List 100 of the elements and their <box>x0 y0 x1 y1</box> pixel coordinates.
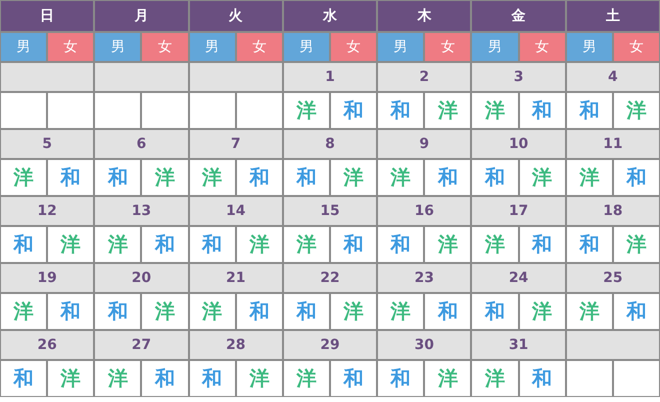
date-cell: 25 <box>566 264 659 292</box>
weekday-header: 日 <box>1 1 94 31</box>
meal-cell: 洋 <box>425 361 470 396</box>
date-cell: 11 <box>566 130 659 158</box>
date-cell: 14 <box>190 197 282 225</box>
date-cell: 28 <box>190 331 282 359</box>
date-cell: 30 <box>378 331 470 359</box>
meal-cell: 洋 <box>472 361 518 396</box>
gender-header: 男 <box>566 33 612 61</box>
meal-cell: 洋 <box>284 227 329 262</box>
meal-cell: 和 <box>378 227 424 262</box>
meal-cell: 和 <box>520 227 565 262</box>
date-cell: 4 <box>566 63 659 91</box>
meal-cell: 洋 <box>284 361 329 396</box>
date-cell: 8 <box>284 130 376 158</box>
meal-cell: 洋 <box>142 294 188 329</box>
date-cell: 23 <box>378 264 470 292</box>
meal-cell: 和 <box>236 294 282 329</box>
gender-header: 女 <box>614 33 659 61</box>
date-cell: 13 <box>95 197 188 225</box>
date-cell: 31 <box>472 331 565 359</box>
meal-cell: 洋 <box>236 361 282 396</box>
meal-cell: 和 <box>95 294 140 329</box>
meal-cell: 和 <box>284 160 329 195</box>
meal-cell: 洋 <box>190 160 235 195</box>
meal-cell: 洋 <box>190 294 235 329</box>
meal-cell: 和 <box>330 93 376 128</box>
meal-cell: 和 <box>142 227 188 262</box>
meal-cell: 和 <box>566 227 612 262</box>
meal-cell: 和 <box>95 160 140 195</box>
meal-cell: 洋 <box>1 294 46 329</box>
meal-cell: 洋 <box>378 160 424 195</box>
gender-header: 女 <box>48 33 94 61</box>
date-cell: 18 <box>566 197 659 225</box>
gender-header: 男 <box>378 33 424 61</box>
date-cell: 19 <box>1 264 94 292</box>
meal-cell: 和 <box>378 93 424 128</box>
date-cell: 15 <box>284 197 376 225</box>
meal-cell: 和 <box>330 227 376 262</box>
meal-cell: 洋 <box>1 160 46 195</box>
date-cell: 1 <box>284 63 376 91</box>
date-cell: 7 <box>190 130 282 158</box>
meal-cell: 和 <box>1 227 46 262</box>
date-cell: 27 <box>95 331 188 359</box>
meal-cell: 洋 <box>95 227 140 262</box>
meal-cell: 和 <box>614 294 659 329</box>
meal-cell: 洋 <box>566 294 612 329</box>
meal-cell: 洋 <box>48 227 94 262</box>
meal-cell: 和 <box>190 361 235 396</box>
meal-cell: 洋 <box>95 361 140 396</box>
date-cell: 17 <box>472 197 565 225</box>
meal-cell: 和 <box>48 160 94 195</box>
meal-cell: 洋 <box>330 294 376 329</box>
date-cell: 3 <box>472 63 565 91</box>
gender-header: 女 <box>425 33 470 61</box>
meal-cell: 洋 <box>142 160 188 195</box>
meal-cell: 和 <box>1 361 46 396</box>
meal-cell: 洋 <box>520 294 565 329</box>
date-cell: 26 <box>1 331 94 359</box>
meal-cell: 洋 <box>236 227 282 262</box>
meal-cell: 和 <box>284 294 329 329</box>
gender-header: 男 <box>190 33 235 61</box>
gender-header: 男 <box>472 33 518 61</box>
meal-cell: 和 <box>566 93 612 128</box>
meal-cell: 和 <box>520 361 565 396</box>
meal-cell: 洋 <box>425 227 470 262</box>
date-cell: 12 <box>1 197 94 225</box>
meal-cell: 洋 <box>425 93 470 128</box>
weekday-header: 金 <box>472 1 565 31</box>
gender-header: 女 <box>236 33 282 61</box>
meal-cell: 和 <box>236 160 282 195</box>
meal-cell: 洋 <box>330 160 376 195</box>
meal-cell: 和 <box>520 93 565 128</box>
weekday-header: 火 <box>190 1 282 31</box>
meal-cell: 洋 <box>48 361 94 396</box>
date-cell: 5 <box>1 130 94 158</box>
meal-cell: 洋 <box>614 227 659 262</box>
meal-cell: 洋 <box>284 93 329 128</box>
meal-cell: 洋 <box>520 160 565 195</box>
date-cell: 29 <box>284 331 376 359</box>
date-cell: 6 <box>95 130 188 158</box>
gender-header: 男 <box>95 33 140 61</box>
date-cell: 20 <box>95 264 188 292</box>
weekday-header: 土 <box>566 1 659 31</box>
date-cell: 21 <box>190 264 282 292</box>
meal-cell: 和 <box>472 160 518 195</box>
meal-cell: 和 <box>472 294 518 329</box>
weekday-header: 水 <box>284 1 376 31</box>
weekday-header: 月 <box>95 1 188 31</box>
gender-header: 女 <box>520 33 565 61</box>
meal-cell: 和 <box>425 160 470 195</box>
meal-cell: 和 <box>190 227 235 262</box>
meal-cell: 洋 <box>472 227 518 262</box>
meal-cell: 洋 <box>378 294 424 329</box>
date-cell: 24 <box>472 264 565 292</box>
gender-header: 男 <box>284 33 329 61</box>
meal-cell: 和 <box>330 361 376 396</box>
meal-cell: 洋 <box>614 93 659 128</box>
meal-cell: 和 <box>378 361 424 396</box>
date-cell: 22 <box>284 264 376 292</box>
